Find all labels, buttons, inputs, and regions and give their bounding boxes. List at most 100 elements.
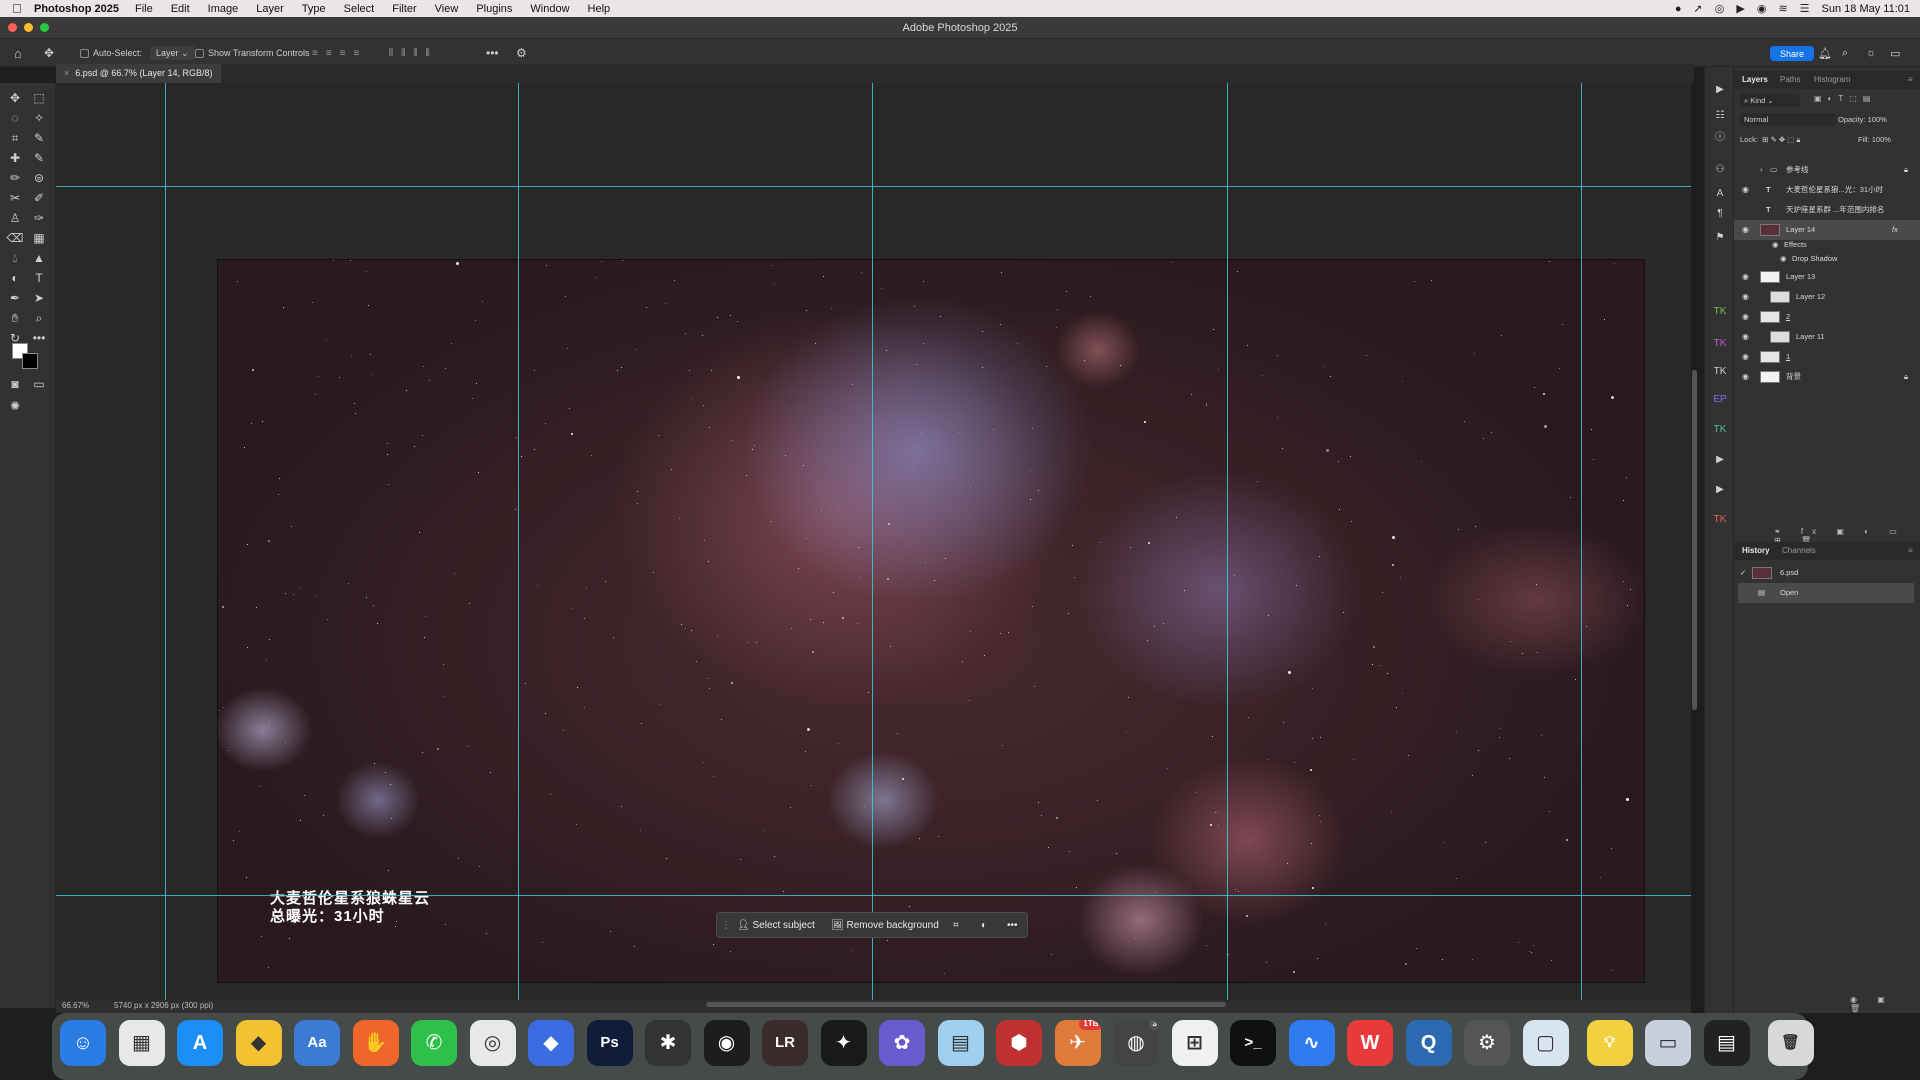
remove-background-button[interactable]: 🖼︎ Remove background: [831, 913, 939, 937]
type-icon[interactable]: T: [30, 269, 48, 287]
snapshot-brush-icon[interactable]: ✓: [1740, 563, 1746, 583]
transform-controls-checkbox[interactable]: Show Transform Controls: [195, 39, 310, 67]
layer-row[interactable]: ◉ Layer 13: [1734, 267, 1920, 287]
preview-icon[interactable]: ▢: [1522, 1020, 1569, 1066]
actions-play-icon[interactable]: ▶: [1711, 81, 1729, 99]
zoom-icon[interactable]: ⌕: [30, 309, 48, 327]
move-icon[interactable]: ✥: [6, 89, 24, 107]
tk9-cx-icon[interactable]: TK: [1711, 511, 1729, 529]
share-button[interactable]: Share: [1770, 46, 1815, 61]
drag-handle-icon[interactable]: ⋮: [721, 913, 731, 937]
visibility-eye-icon[interactable]: ◉: [1742, 373, 1750, 381]
guide-vertical[interactable]: [1227, 83, 1228, 1000]
document-workspace[interactable]: 大麦哲伦星系狼蛛星云 总曝光：31小时: [56, 83, 1691, 1000]
horizontal-scrollbar[interactable]: [706, 1002, 1226, 1007]
wps-icon[interactable]: W: [1347, 1020, 1393, 1066]
layer-row[interactable]: ◉ 2: [1734, 307, 1920, 327]
effect-eye-icon[interactable]: ◉: [1780, 252, 1787, 266]
doc-icon[interactable]: ▤: [1703, 1020, 1750, 1066]
tk9-co-icon[interactable]: TK: [1711, 335, 1729, 353]
lock-controls[interactable]: Lock: ⊞ ✎ ✥ ⬚ 🔒︎: [1740, 133, 1800, 146]
background-color-swatch[interactable]: [22, 353, 38, 369]
filter-type-icons[interactable]: ▣◐T⬚▤: [1814, 94, 1876, 103]
search-icon[interactable]: ⌕: [1842, 39, 1848, 67]
layer-row[interactable]: ◉ 1: [1734, 347, 1920, 367]
zoom-level[interactable]: 66.67%: [62, 1001, 89, 1010]
wechat-icon[interactable]: ✆: [411, 1020, 457, 1066]
menu-help[interactable]: Help: [588, 3, 611, 15]
libraries-icon[interactable]: ⚇: [1711, 161, 1729, 179]
menu-filter[interactable]: Filter: [392, 3, 416, 15]
terminal-icon[interactable]: >_: [1230, 1020, 1276, 1066]
launchpad-icon[interactable]: ▦: [118, 1020, 165, 1066]
visibility-eye-icon[interactable]: ◉: [1742, 333, 1750, 341]
blend-mode-dropdown[interactable]: Normal: [1740, 113, 1836, 126]
tab-paths[interactable]: Paths: [1780, 71, 1800, 89]
paragraph-icon[interactable]: ¶: [1711, 205, 1729, 223]
apple-icon[interactable]: : [0, 1, 34, 16]
camera-icon[interactable]: ◍ 3: [1113, 1020, 1159, 1066]
guide-vertical[interactable]: [872, 83, 873, 1000]
menu-edit[interactable]: Edit: [171, 3, 190, 15]
guide-vertical[interactable]: [165, 83, 166, 1000]
tk9-mm-icon[interactable]: TK: [1711, 303, 1729, 321]
home-icon[interactable]: ⌂: [14, 39, 22, 67]
chrome-icon[interactable]: ◎: [469, 1020, 516, 1066]
menu-image[interactable]: Image: [208, 3, 239, 15]
notifications-icon[interactable]: 🔔︎: [1818, 39, 1832, 67]
menu-type[interactable]: Type: [302, 3, 326, 15]
record-icon[interactable]: ●: [1675, 3, 1682, 15]
lasso-icon[interactable]: ◌: [6, 109, 24, 127]
layer-row[interactable]: › ▭ 参考线 🔒︎: [1734, 160, 1920, 180]
search-status-icon[interactable]: ◎: [1715, 2, 1725, 15]
auto-select-checkbox[interactable]: Auto-Select:: [80, 39, 142, 67]
history-brush-icon[interactable]: ✂: [6, 189, 24, 207]
filter-kind-dropdown[interactable]: ⌕ Kind ⌄: [1740, 94, 1800, 107]
adjust-context-icon[interactable]: ◐: [981, 913, 987, 937]
settings-icon[interactable]: ⚙: [1464, 1020, 1510, 1066]
cursor-icon[interactable]: ➚: [1694, 2, 1703, 15]
effect-eye-icon[interactable]: ◉: [1772, 238, 1779, 252]
crystal-icon[interactable]: ◆: [528, 1020, 574, 1066]
bird-icon[interactable]: ✈ 1TB: [1054, 1020, 1101, 1066]
screen-icon[interactable]: ⊞: [1171, 1020, 1218, 1066]
brush-icon[interactable]: ✎: [30, 149, 48, 167]
maximize-window-icon[interactable]: [40, 23, 49, 32]
more-tools-icon[interactable]: •••: [30, 329, 48, 347]
panel-menu-icon[interactable]: ≡: [1908, 71, 1913, 89]
final-cut-icon[interactable]: ✱: [645, 1020, 691, 1066]
quick-mask-icon[interactable]: ◙: [6, 375, 24, 393]
adjustments-icon[interactable]: ☷: [1711, 107, 1729, 125]
settings-gear-icon[interactable]: ⚙: [516, 39, 527, 67]
pencil-icon[interactable]: ✏: [6, 169, 24, 187]
tab-layers[interactable]: Layers: [1742, 71, 1768, 89]
menu-layer[interactable]: Layer: [256, 3, 284, 15]
play-icon[interactable]: ▶: [1736, 2, 1744, 15]
eyedropper-icon[interactable]: ✎: [30, 129, 48, 147]
sharpen-icon[interactable]: ▲: [30, 249, 48, 267]
document-tab[interactable]: × 6.psd @ 66.7% (Layer 14, RGB/8): [56, 64, 221, 83]
notes-icon[interactable]: ◆: [235, 1020, 282, 1066]
visibility-eye-icon[interactable]: ◉: [1742, 186, 1750, 194]
history-state-row[interactable]: ▤ Open: [1738, 583, 1914, 603]
healing-icon[interactable]: ✚: [6, 149, 24, 167]
eraser-icon[interactable]: ⌫: [6, 229, 24, 247]
close-tab-icon[interactable]: ×: [64, 68, 69, 78]
effects-row[interactable]: ◉ Effects: [1734, 238, 1920, 252]
tab-histogram[interactable]: Histogram: [1814, 71, 1850, 89]
menubar-clock[interactable]: Sun 18 May 11:01: [1822, 3, 1910, 15]
blur-icon[interactable]: 💧︎: [6, 249, 24, 267]
crop-icon[interactable]: ⌗: [6, 129, 24, 147]
fill-control[interactable]: Fill: 100%: [1858, 133, 1891, 146]
menu-window[interactable]: Window: [530, 3, 569, 15]
vertical-scrollbar[interactable]: [1692, 370, 1697, 710]
layer-row[interactable]: ◉ Layer 12: [1734, 287, 1920, 307]
photoshop-icon[interactable]: Ps: [586, 1020, 633, 1066]
visibility-eye-icon[interactable]: ◉: [1742, 273, 1750, 281]
info-icon[interactable]: ⓘ: [1711, 129, 1729, 147]
layer-row-selected[interactable]: ◉ Layer 14 fx: [1734, 220, 1920, 240]
opacity-control[interactable]: Opacity: 100%: [1838, 113, 1887, 126]
guide-vertical[interactable]: [1581, 83, 1582, 1000]
guide-horizontal[interactable]: [56, 895, 1691, 896]
mirror-icon[interactable]: ▭: [1645, 1020, 1691, 1066]
